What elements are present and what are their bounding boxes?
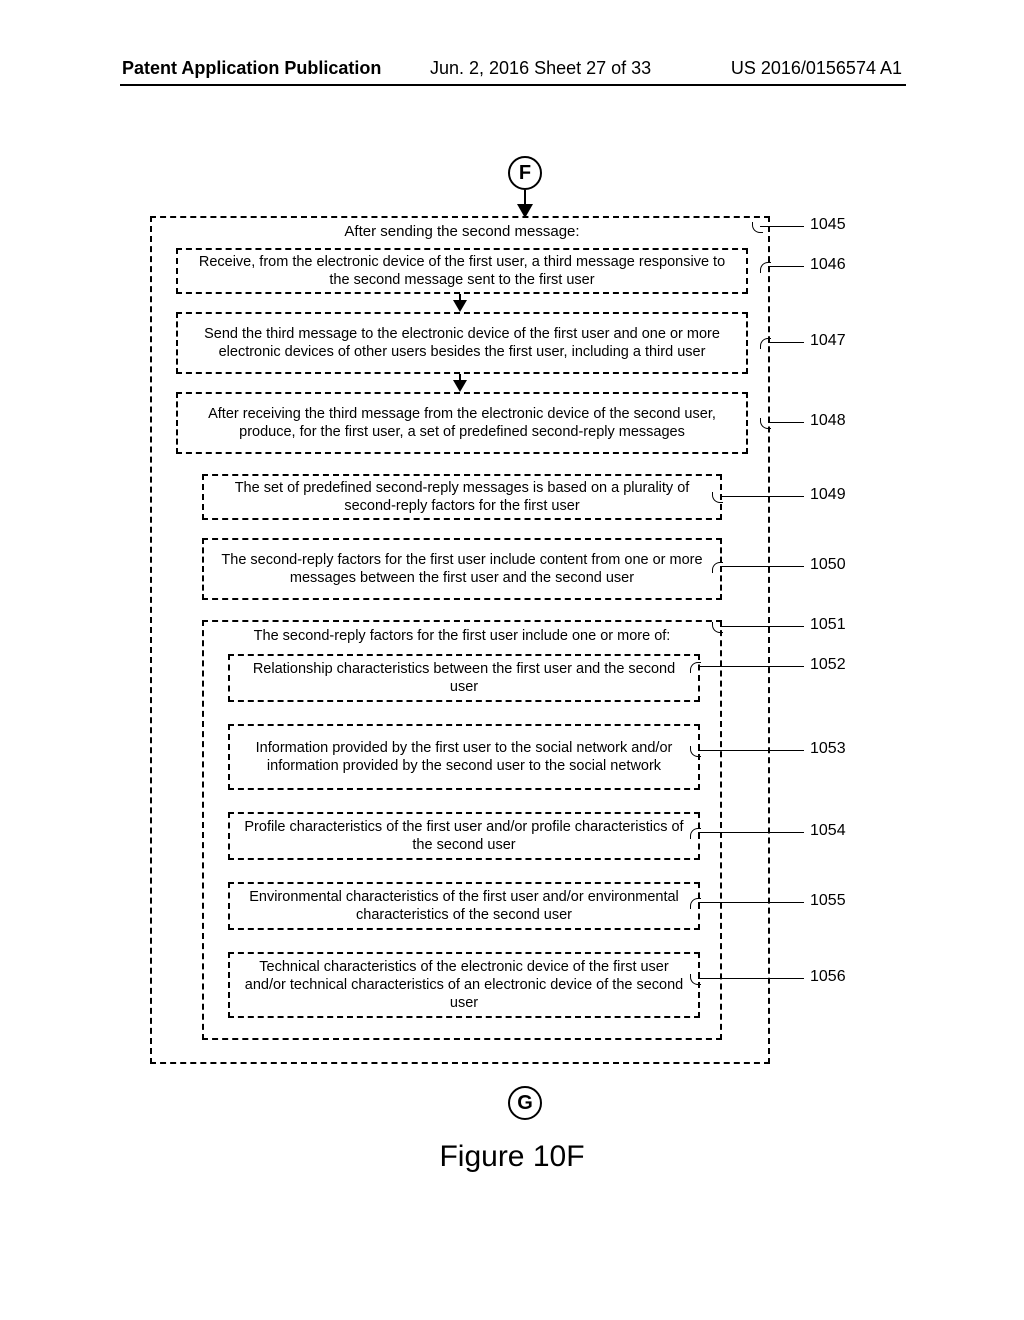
box-1045-title: After sending the second message: xyxy=(172,220,752,244)
leader-1049 xyxy=(720,496,804,497)
leader-1047 xyxy=(768,342,804,343)
box-1049: The set of predefined second-reply messa… xyxy=(202,474,722,520)
arrow-46-47 xyxy=(453,300,467,312)
label-1053: 1053 xyxy=(810,740,846,758)
box-1050: The second-reply factors for the first u… xyxy=(202,538,722,600)
box-1047: Send the third message to the electronic… xyxy=(176,312,748,374)
arrow-47-48 xyxy=(453,380,467,392)
box-1054: Profile characteristics of the first use… xyxy=(228,812,700,860)
leader-1051 xyxy=(720,626,804,627)
label-1050: 1050 xyxy=(810,556,846,574)
figure-caption: Figure 10F xyxy=(0,1140,1024,1174)
connector-g: G xyxy=(508,1086,542,1120)
box-1056: Technical characteristics of the electro… xyxy=(228,952,700,1018)
label-1045: 1045 xyxy=(810,216,846,234)
leader-1053 xyxy=(698,750,804,751)
leader-1050 xyxy=(720,566,804,567)
label-1052: 1052 xyxy=(810,656,846,674)
label-1047: 1047 xyxy=(810,332,846,350)
label-1051: 1051 xyxy=(810,616,846,634)
header-left: Patent Application Publication xyxy=(122,58,381,79)
leader-1052 xyxy=(698,666,804,667)
label-1056: 1056 xyxy=(810,968,846,986)
label-1049: 1049 xyxy=(810,486,846,504)
box-1049-text: The set of predefined second-reply messa… xyxy=(216,479,708,515)
leader-1055 xyxy=(698,902,804,903)
box-1048: After receiving the third message from t… xyxy=(176,392,748,454)
box-1052: Relationship characteristics between the… xyxy=(228,654,700,702)
leader-1048 xyxy=(768,422,804,423)
leader-1056 xyxy=(698,978,804,979)
header-right: US 2016/0156574 A1 xyxy=(731,58,902,79)
label-1046: 1046 xyxy=(810,256,846,274)
label-1048: 1048 xyxy=(810,412,846,430)
box-1051: The second-reply factors for the first u… xyxy=(202,620,722,1040)
header-rule xyxy=(120,84,906,86)
header-mid: Jun. 2, 2016 Sheet 27 of 33 xyxy=(430,58,651,79)
leader-1054 xyxy=(698,832,804,833)
box-1050-text: The second-reply factors for the first u… xyxy=(216,551,708,587)
label-1054: 1054 xyxy=(810,822,846,840)
leader-1046 xyxy=(768,266,804,267)
box-1051-title: The second-reply factors for the first u… xyxy=(204,626,720,646)
flowchart: F After sending the second message: Rece… xyxy=(150,156,900,1156)
leader-1045 xyxy=(760,226,804,227)
box-1045-outer: After sending the second message: Receiv… xyxy=(150,216,770,1064)
box-1055: Environmental characteristics of the fir… xyxy=(228,882,700,930)
box-1053: Information provided by the first user t… xyxy=(228,724,700,790)
connector-f: F xyxy=(508,156,542,190)
box-1046: Receive, from the electronic device of t… xyxy=(176,248,748,294)
label-1055: 1055 xyxy=(810,892,846,910)
